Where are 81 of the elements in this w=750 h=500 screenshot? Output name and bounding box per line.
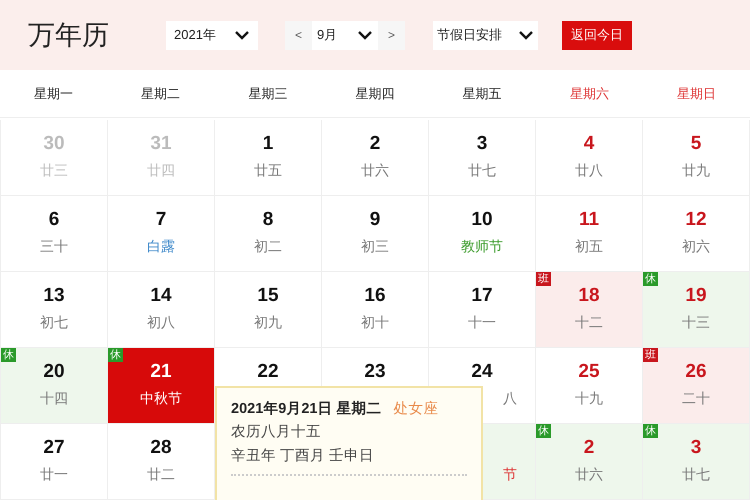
lunar-date: 十九: [575, 389, 603, 408]
weekday-header: 星期日: [676, 84, 717, 103]
day-number: 19: [685, 284, 707, 308]
tooltip-lunar-date: 农历八月十五: [231, 423, 322, 442]
lunar-date: 初三: [361, 237, 389, 256]
weekday-header: 星期一: [33, 84, 74, 103]
day-number: 6: [48, 208, 60, 232]
lunar-date: 初七: [40, 313, 68, 332]
day-number: 3: [476, 132, 488, 156]
day-number: 20: [43, 360, 65, 384]
lunar-date: 节: [503, 465, 518, 484]
day-number: 24: [471, 360, 493, 384]
day-number: 25: [578, 360, 600, 384]
day-number: 7: [156, 208, 166, 232]
holiday-badge: 休: [643, 272, 658, 286]
day-number: 18: [578, 284, 600, 308]
day-number: 28: [150, 436, 172, 460]
lunar-date: 廿八: [575, 161, 603, 180]
tooltip-ganzhi: 辛丑年 丁酉月 壬申日: [231, 446, 376, 466]
lunar-date: 廿九: [682, 161, 710, 180]
lunar-date: 廿七: [682, 465, 710, 484]
day-number: 26: [685, 360, 707, 384]
day-number: 1: [262, 132, 274, 156]
lunar-date: 廿七: [468, 161, 496, 180]
day-number: 23: [364, 360, 386, 384]
lunar-date: 十四: [40, 389, 68, 408]
day-number: 13: [43, 284, 65, 308]
lunar-date: 教师节: [461, 237, 503, 256]
weekday-header: 星期三: [247, 84, 288, 103]
lunar-date: 廿六: [361, 161, 389, 180]
lunar-date: 白露: [147, 237, 175, 256]
lunar-date: 二十: [682, 389, 710, 408]
day-number: 9: [370, 208, 380, 232]
holiday-badge: 休: [536, 424, 551, 438]
lunar-date: 初八: [147, 313, 175, 332]
day-number: 4: [584, 132, 594, 156]
app-title: 万年历: [28, 18, 110, 52]
day-number: 14: [150, 284, 172, 308]
day-number: 22: [257, 360, 279, 384]
day-number: 8: [262, 208, 274, 232]
lunar-date: 廿三: [40, 161, 68, 180]
day-number: 16: [364, 284, 386, 308]
day-number: 31: [150, 132, 172, 156]
lunar-date: 初九: [254, 313, 282, 332]
weekday-header: 星期六: [568, 84, 610, 103]
day-number: 30: [43, 132, 65, 156]
day-number: 2: [370, 132, 380, 156]
workday-badge: 班: [643, 348, 658, 362]
lunar-date: 廿五: [254, 161, 282, 180]
day-number: 12: [685, 208, 707, 232]
weekday-header: 星期二: [140, 84, 182, 103]
weekday-header: 星期四: [354, 84, 396, 103]
lunar-date: 十三: [682, 313, 710, 332]
lunar-date: 初十: [361, 313, 389, 332]
day-number: 11: [578, 208, 600, 232]
lunar-date: 廿二: [147, 465, 175, 484]
day-number: 5: [690, 132, 702, 156]
day-number: 10: [471, 208, 493, 232]
workday-badge: 班: [536, 272, 551, 286]
lunar-date: 十二: [575, 313, 603, 332]
day-number: 21: [150, 360, 172, 384]
lunar-date: 初五: [575, 237, 603, 256]
lunar-date: 初六: [682, 237, 710, 256]
lunar-date: 初二: [254, 237, 282, 256]
lunar-date: 八: [503, 389, 518, 408]
day-number: 2: [584, 436, 594, 460]
tooltip-date: 2021年9月21日 星期二 处女座: [231, 400, 440, 419]
day-number: 3: [690, 436, 702, 460]
lunar-date: 三十: [40, 237, 68, 256]
lunar-date: 廿四: [147, 161, 175, 180]
holiday-badge: 休: [643, 424, 658, 438]
holiday-badge: 休: [1, 348, 16, 362]
holiday-badge: 休: [108, 348, 123, 362]
day-number: 17: [471, 284, 493, 308]
lunar-date: 廿一: [40, 465, 68, 484]
lunar-date: 中秋节: [140, 389, 182, 408]
weekday-header: 星期五: [462, 84, 503, 103]
lunar-date: 廿六: [575, 465, 603, 484]
day-number: 27: [43, 436, 65, 460]
day-number: 15: [257, 284, 279, 308]
lunar-date: 十一: [468, 313, 496, 332]
